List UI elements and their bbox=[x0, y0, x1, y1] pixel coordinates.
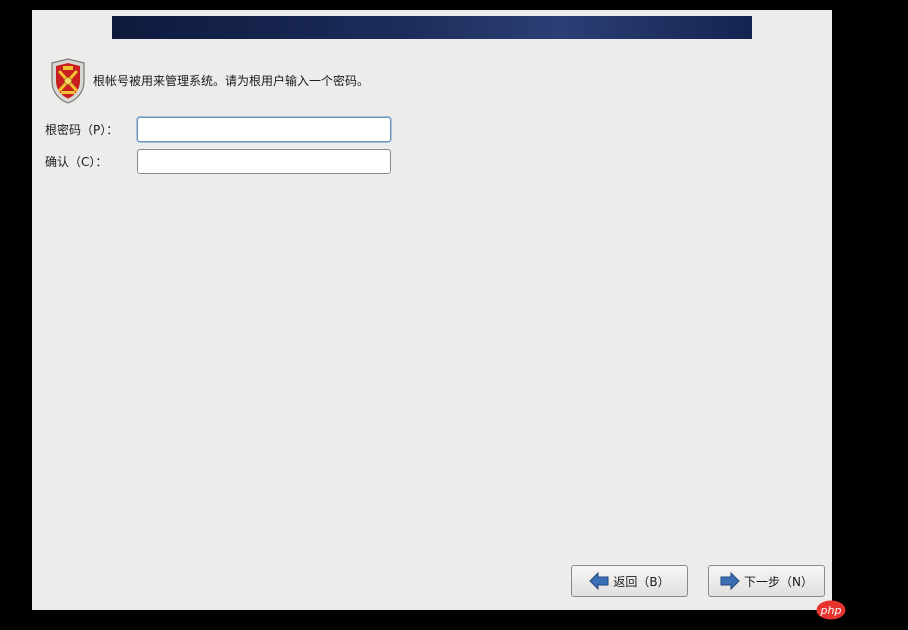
back-button-label: 返回（B） bbox=[613, 574, 670, 589]
installer-window: 根帐号被用来管理系统。请为根用户输入一个密码。 根密码（P）： 确认（C）： 返… bbox=[32, 10, 832, 610]
confirm-password-input[interactable] bbox=[137, 149, 391, 174]
next-button-label: 下一步（N） bbox=[744, 574, 813, 589]
root-password-label: 根密码（P）： bbox=[45, 123, 119, 137]
shield-icon bbox=[51, 58, 85, 104]
back-button[interactable]: 返回（B） bbox=[571, 565, 688, 597]
svg-text:php: php bbox=[820, 604, 842, 617]
arrow-right-icon bbox=[720, 572, 740, 590]
header-banner bbox=[112, 16, 752, 39]
next-button[interactable]: 下一步（N） bbox=[708, 565, 825, 597]
arrow-left-icon bbox=[589, 572, 609, 590]
screen: 根帐号被用来管理系统。请为根用户输入一个密码。 根密码（P）： 确认（C）： 返… bbox=[0, 0, 908, 630]
confirm-label: 确认（C）： bbox=[45, 155, 108, 169]
php-watermark-logo: php bbox=[816, 600, 846, 620]
root-password-input[interactable] bbox=[137, 117, 391, 142]
intro-text: 根帐号被用来管理系统。请为根用户输入一个密码。 bbox=[93, 74, 370, 88]
